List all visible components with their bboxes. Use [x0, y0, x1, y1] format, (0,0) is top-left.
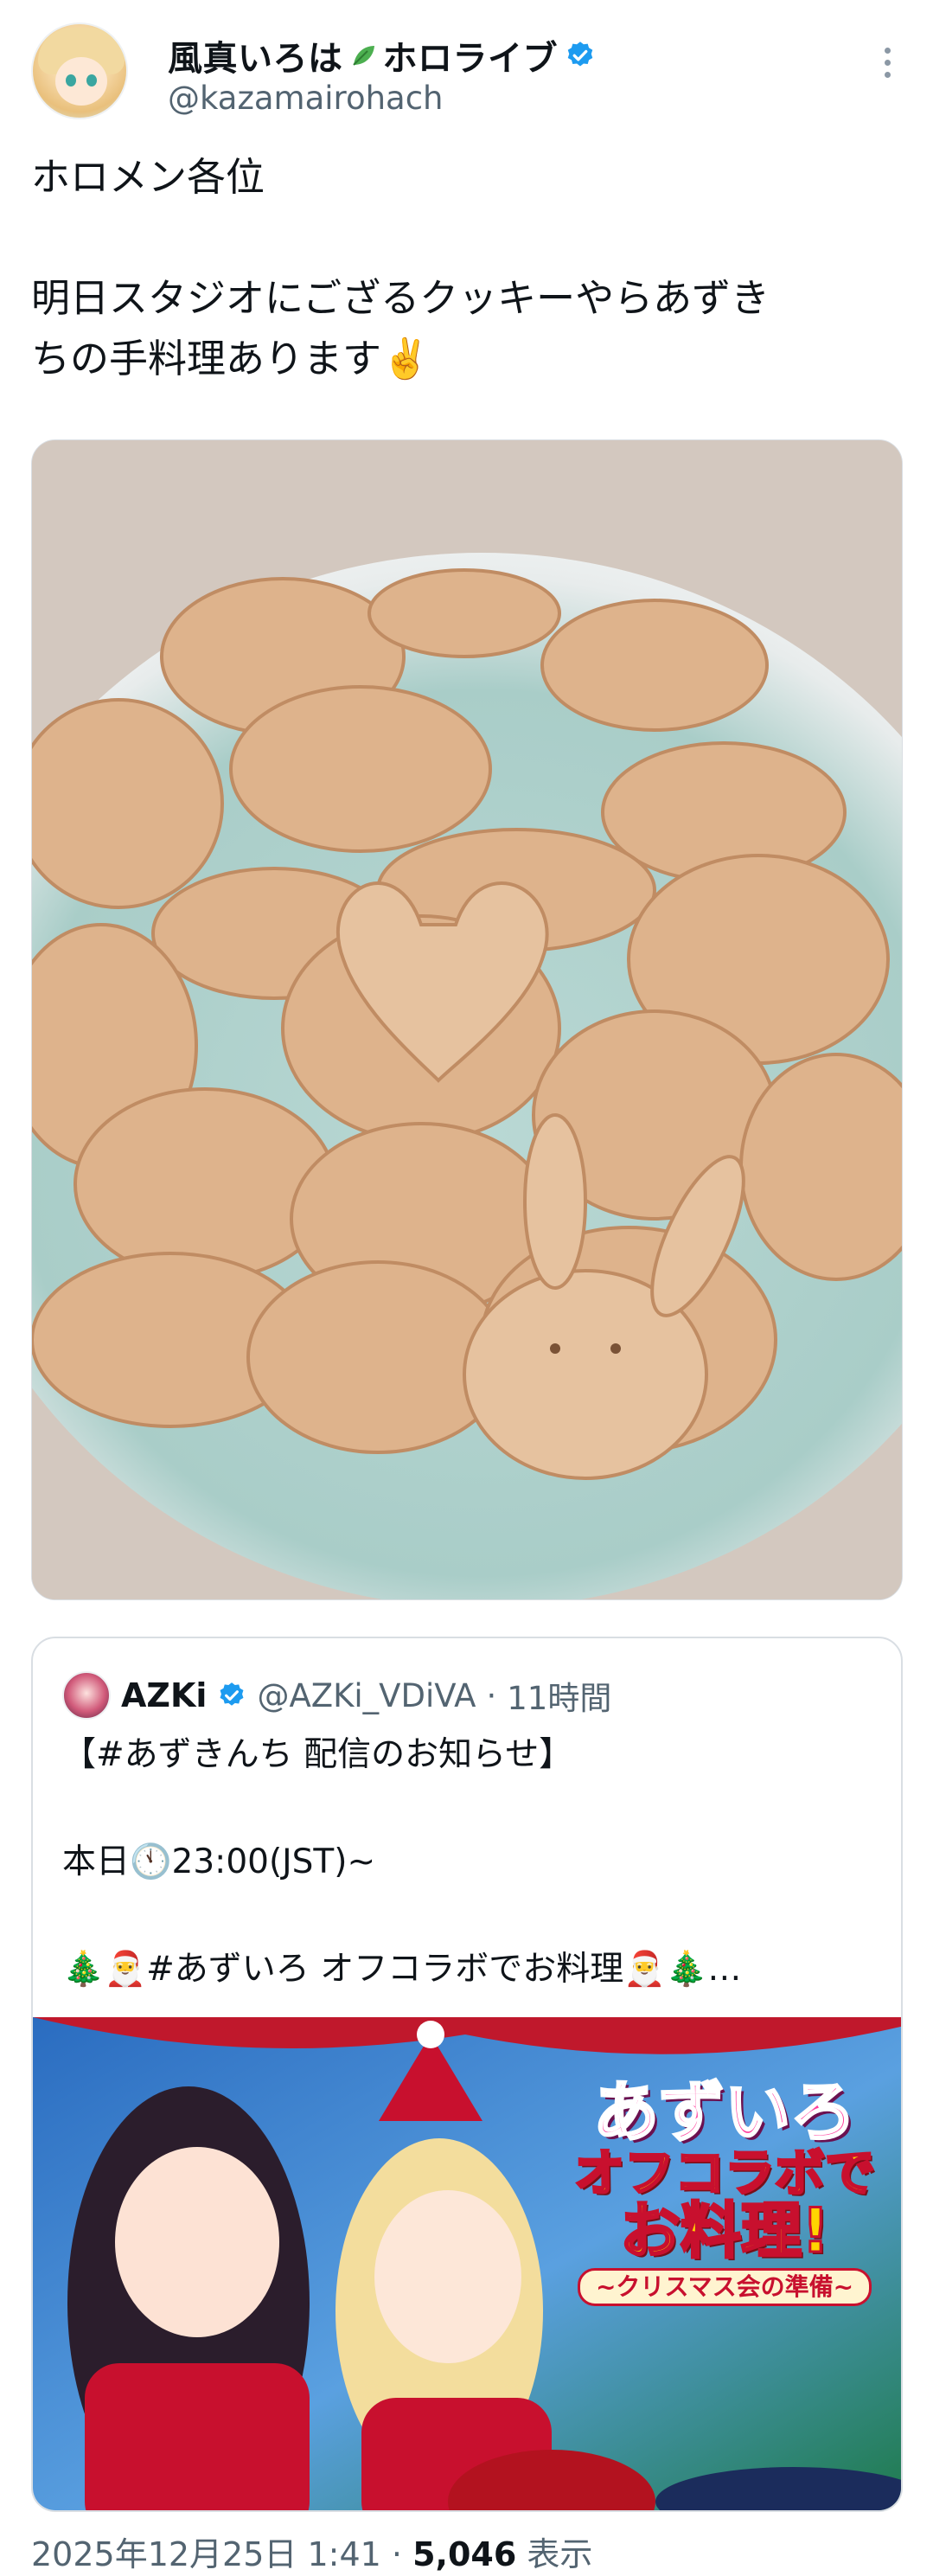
quoted-tweet-text: 【#あずきんち 配信のお知らせ】 本日🕚23:00(JST)~ 🎄🎅#あずいろ …: [62, 1735, 742, 1989]
tweet-header: 風真いろは ホロライブ @kazamairohach: [31, 19, 904, 123]
tweet-text: ホロメン各位 明日スタジオにござるクッキーやらあずき ちの手料理あります✌️: [31, 154, 770, 381]
views-count: 5,046: [412, 2535, 517, 2573]
stream-banner-image[interactable]: あずいろ オフコラボで お料理! ~クリスマス会の準備~: [33, 2017, 901, 2510]
quoted-author-avatar: [62, 1671, 111, 1720]
separator-dot: ·: [486, 1676, 497, 1714]
author-name-row[interactable]: 風真いろは ホロライブ: [168, 31, 596, 80]
banner-title: あずいろ オフコラボで お料理! ~クリスマス会の準備~: [552, 2073, 898, 2306]
avatar-eye-right: [86, 74, 97, 87]
quoted-tweet-time: 11時間: [507, 1680, 612, 1717]
avatar-face: [55, 57, 107, 106]
banner-title-line2: オフコラボで: [572, 2143, 876, 2202]
banner-title-line1: あずいろ: [592, 2073, 858, 2150]
avatar-eye-left: [66, 74, 76, 87]
author-avatar[interactable]: [31, 22, 128, 119]
separator-dot: ·: [380, 2535, 413, 2573]
cookies-plate-photo[interactable]: [31, 439, 903, 1600]
quoted-author-name: AZKi: [121, 1676, 208, 1714]
verified-badge-icon: [220, 1682, 244, 1706]
quoted-tweet-header: AZKi @AZKi_VDiVA · 11時間: [62, 1669, 611, 1721]
tweet-timestamp[interactable]: 2025年12月25日 1:41: [31, 2535, 381, 2573]
tweet-meta: 2025年12月25日 1:41 · 5,046 表示: [31, 2528, 592, 2575]
banner-subtitle: ~クリスマス会の準備~: [577, 2268, 872, 2306]
author-display-name[interactable]: 風真いろは: [168, 30, 343, 80]
views-label: 表示: [516, 2535, 593, 2573]
banner-title-line3: お料理!: [619, 2195, 831, 2266]
verified-badge-icon: [567, 42, 593, 67]
author-display-name-suffix[interactable]: ホロライブ: [383, 30, 559, 80]
more-options-icon[interactable]: [870, 36, 904, 88]
cookies-illustration: [32, 440, 902, 1599]
quoted-tweet-card[interactable]: AZKi @AZKi_VDiVA · 11時間 【#あずきんち 配信のお知らせ】…: [31, 1637, 903, 2512]
leaf-emoji-icon: [352, 46, 374, 66]
quoted-author-handle: @AZKi_VDiVA: [257, 1676, 476, 1714]
author-handle[interactable]: @kazamairohach: [168, 80, 444, 117]
